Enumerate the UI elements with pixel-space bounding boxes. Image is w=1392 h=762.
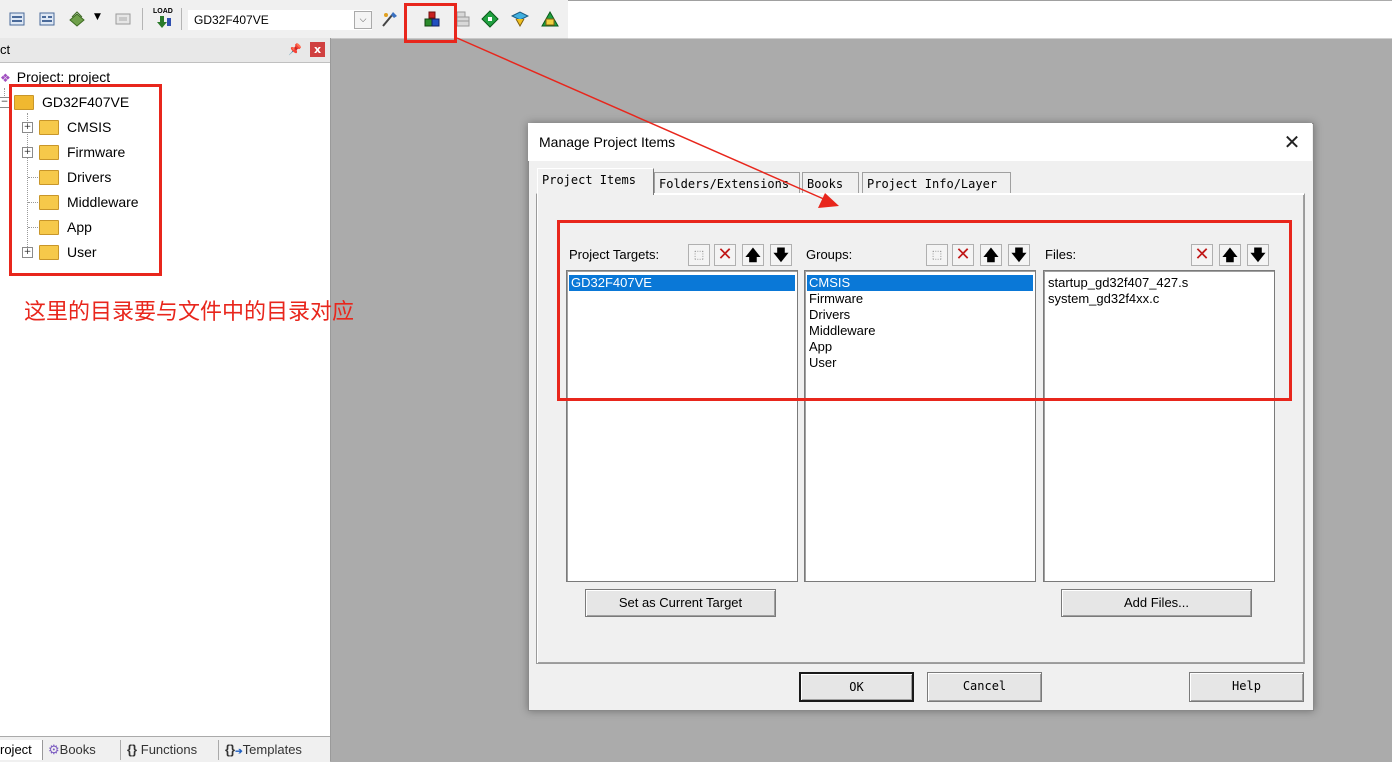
annotation-arrow	[456, 37, 839, 208]
arrow-head	[818, 193, 839, 208]
tab-project-items[interactable]: Project Items	[537, 168, 654, 195]
